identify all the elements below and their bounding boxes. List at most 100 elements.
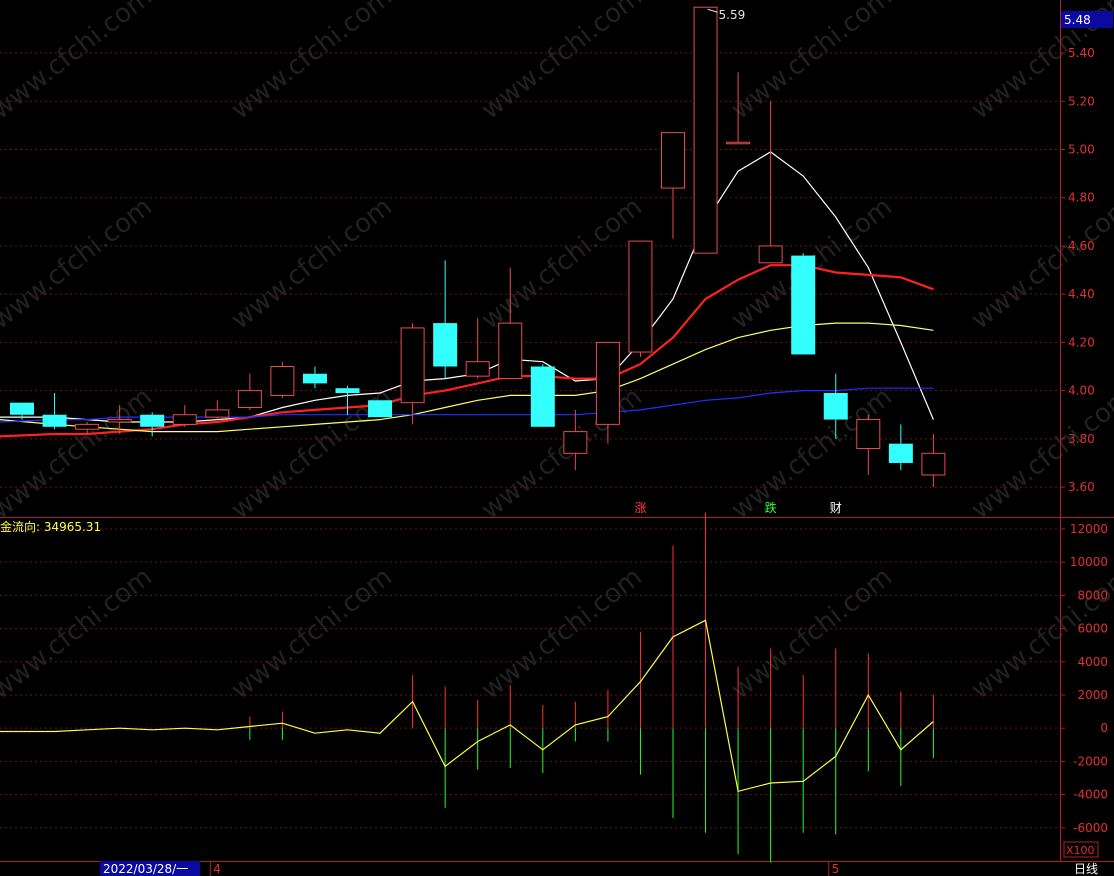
price-tick-label: 5.20 (1068, 94, 1095, 108)
month-label: 4 (213, 862, 221, 876)
candle[interactable] (530, 364, 555, 427)
candle[interactable] (433, 260, 458, 379)
candle[interactable] (856, 414, 881, 476)
candle-body (368, 400, 393, 418)
candle[interactable] (368, 400, 393, 418)
watermark-text: www.cfchi.com (726, 562, 898, 706)
candle[interactable] (921, 434, 946, 488)
event-marker[interactable]: 财 (830, 501, 842, 515)
candle-body (921, 452, 946, 476)
candle-body (693, 6, 718, 254)
moneyflow-tick-label: 4000 (1077, 655, 1108, 669)
candle-body (465, 361, 490, 377)
candle-body (758, 245, 783, 264)
candle-body (563, 431, 588, 454)
watermark-text: www.cfchi.com (226, 562, 398, 706)
watermark-text: www.cfchi.com (476, 0, 648, 126)
price-tick-label: 5.40 (1068, 46, 1095, 60)
candle-body (530, 366, 555, 427)
candle-body (270, 366, 295, 396)
event-marker[interactable]: 跌 (765, 500, 777, 515)
price-tick-label: 5.00 (1068, 142, 1095, 156)
scale-label: X100 (1066, 844, 1095, 857)
watermark-text: www.cfchi.com (0, 562, 158, 706)
candle-body (595, 341, 620, 425)
moneyflow-tick-label: -6000 (1073, 821, 1108, 835)
candle[interactable] (791, 253, 816, 355)
candle-body (237, 390, 262, 408)
watermark-text: www.cfchi.com (726, 382, 898, 526)
candle-body (661, 132, 685, 189)
watermark-text: www.cfchi.com (0, 0, 158, 126)
candle-body (335, 388, 360, 394)
candle-body (726, 141, 751, 145)
candle[interactable] (400, 323, 425, 425)
date-label: 2022/03/28/一 (103, 862, 188, 876)
candle-body (400, 327, 425, 404)
candle-body (107, 419, 132, 423)
candle[interactable] (628, 240, 653, 357)
month-label: 5 (832, 862, 840, 876)
moneyflow-tick-label: 12000 (1070, 522, 1108, 536)
candle[interactable] (270, 361, 295, 398)
watermark-text: www.cfchi.com (476, 192, 648, 336)
price-tick-label: 4.80 (1068, 191, 1095, 205)
candle-body (498, 322, 523, 380)
watermark-text: www.cfchi.com (726, 0, 898, 126)
watermark-text: www.cfchi.com (966, 382, 1114, 526)
stock-chart[interactable]: www.cfchi.com www.cfchi.com www.cfchi.com w… (0, 0, 1114, 876)
candle-body (302, 373, 327, 384)
moneyflow-tick-label: -4000 (1073, 788, 1108, 802)
moneyflow-tick-label: 2000 (1077, 688, 1108, 702)
max-price-label: 5.59 (719, 8, 746, 22)
moneyflow-bars (249, 512, 934, 863)
price-tick-label: 4.60 (1068, 239, 1095, 253)
candle[interactable] (758, 101, 783, 264)
candle[interactable] (888, 424, 913, 471)
moneyflow-label: 金流向: 34965.31 (0, 519, 101, 534)
candle[interactable] (140, 412, 165, 437)
current-price-label: 5.48 (1064, 13, 1091, 27)
candle-body (791, 255, 816, 355)
price-tick-label: 4.00 (1068, 384, 1095, 398)
moneyflow-axis: 12000 10000 8000 6000 4000 2000 0 -2000 -4000 -60… (1060, 522, 1108, 835)
period-label[interactable]: 日线 (1074, 862, 1098, 876)
candle-body (856, 419, 881, 449)
moneyflow-tick-label: 0 (1100, 721, 1108, 735)
time-axis: 2022/03/28/一 日线 4 5 (100, 861, 1098, 876)
moneyflow-tick-label: 8000 (1077, 588, 1108, 602)
candle-body (628, 240, 653, 353)
watermark-text: www.cfchi.com (476, 382, 648, 526)
event-marker[interactable]: 涨 (634, 500, 646, 515)
candle[interactable] (172, 405, 197, 427)
moneyflow-tick-label: 6000 (1077, 622, 1108, 636)
candle-body (888, 443, 913, 463)
candle[interactable] (302, 366, 327, 389)
watermark-layer: www.cfchi.com www.cfchi.com www.cfchi.com w… (0, 0, 1114, 706)
candle-body (75, 423, 100, 430)
candle-body (140, 414, 165, 427)
candle-body (172, 414, 197, 425)
watermark-text: www.cfchi.com (0, 192, 158, 336)
candle[interactable] (693, 6, 718, 254)
candle[interactable] (661, 132, 685, 239)
candle-body (823, 393, 848, 420)
price-tick-label: 3.80 (1068, 432, 1095, 446)
panel-borders (0, 0, 1114, 862)
watermark-text: www.cfchi.com (966, 192, 1114, 336)
candle[interactable] (42, 393, 67, 430)
watermark-text: www.cfchi.com (476, 562, 648, 706)
price-tick-label: 4.20 (1068, 335, 1095, 349)
moneyflow-tick-label: -2000 (1073, 754, 1108, 768)
watermark-text: www.cfchi.com (226, 0, 398, 126)
candle[interactable] (205, 400, 230, 420)
price-tick-label: 4.40 (1068, 287, 1095, 301)
watermark-text: www.cfchi.com (226, 192, 398, 336)
candle-body (433, 323, 458, 367)
candle-body (42, 414, 67, 427)
candle[interactable] (237, 373, 262, 410)
candle-body (205, 409, 230, 418)
candle[interactable] (465, 318, 490, 379)
moneyflow-tick-label: 10000 (1070, 555, 1108, 569)
candle-body (10, 402, 34, 415)
